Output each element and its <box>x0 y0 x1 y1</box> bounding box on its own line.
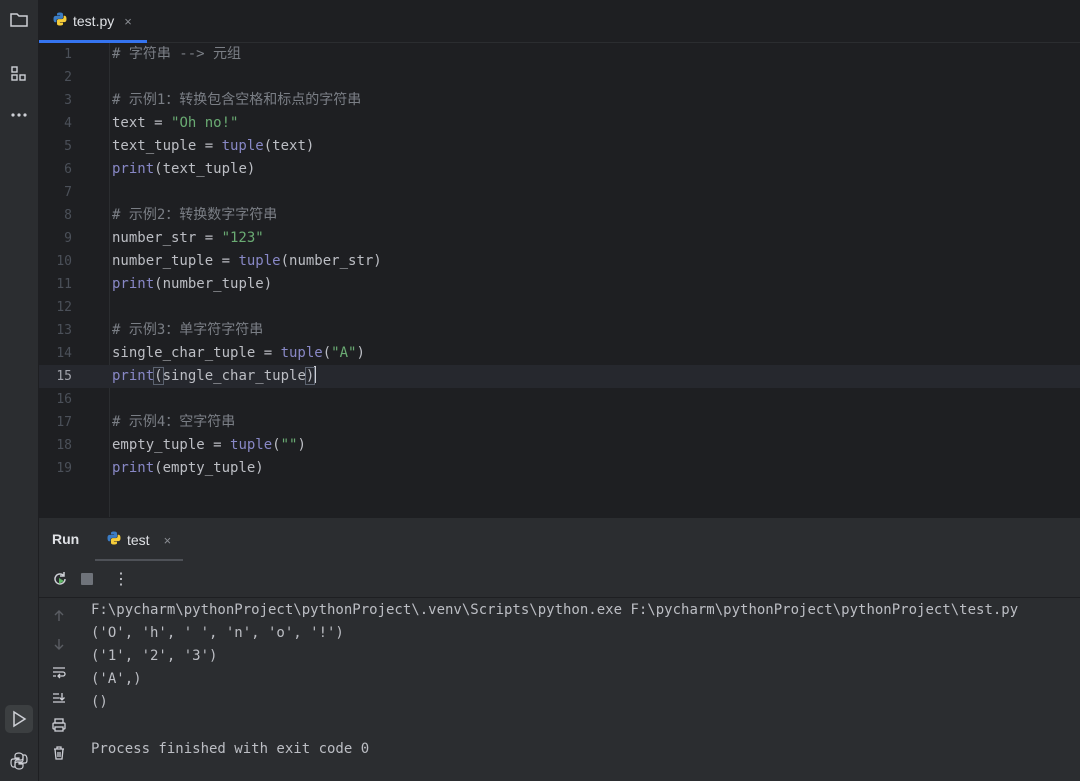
tab-test-py[interactable]: test.py × <box>39 0 147 43</box>
code-text: print(text_tuple) <box>112 161 256 177</box>
scroll-up-icon[interactable] <box>49 606 69 626</box>
code-line: 11 print(number_tuple) <box>39 273 1080 296</box>
run-toolbar: ⋮ <box>39 561 1080 598</box>
code-text: number_tuple = tuple(number_str) <box>112 253 382 269</box>
code-line: 10 number_tuple = tuple(number_str) <box>39 250 1080 273</box>
run-panel-title: Run <box>52 531 80 547</box>
code-line: 19 print(empty_tuple) <box>39 457 1080 480</box>
code-text: print(number_tuple) <box>112 276 273 292</box>
activity-bar <box>0 0 39 781</box>
structure-icon[interactable] <box>5 60 33 88</box>
code-line: 1 # 字符串 --> 元组 <box>64 46 242 62</box>
code-text: print(empty_tuple) <box>112 460 264 476</box>
code-text: text = "Oh no!" <box>112 115 239 131</box>
code-line: 17 # 示例4：空字符串 <box>56 414 236 430</box>
text-caret <box>314 366 317 383</box>
scroll-to-end-icon[interactable] <box>49 688 69 708</box>
code-text: print(single_char_tuple) <box>112 366 317 385</box>
soft-wrap-icon[interactable] <box>49 662 69 682</box>
current-code-line: 15 print(single_char_tuple) <box>39 365 1080 388</box>
console-output[interactable]: F:\pycharm\pythonProject\pythonProject\.… <box>79 598 1080 781</box>
code-line: 9 number_str = "123" <box>39 227 1080 250</box>
run-tab-close-icon[interactable]: × <box>164 533 172 548</box>
tab-label: test.py <box>73 13 115 29</box>
console-exit-message: Process finished with exit code 0 <box>91 741 370 757</box>
code-line: 14 single_char_tuple = tuple("A") <box>39 342 1080 365</box>
clear-console-icon[interactable] <box>49 743 69 763</box>
print-icon[interactable] <box>49 715 69 735</box>
rerun-icon[interactable] <box>50 569 70 589</box>
code-line: 6 print(text_tuple) <box>39 158 1080 181</box>
code-text: number_str = "123" <box>112 230 264 246</box>
code-line: 4 text = "Oh no!" <box>39 112 1080 135</box>
code-line: 2 <box>64 70 72 85</box>
console-line: () <box>91 694 108 710</box>
console-line: ('1', '2', '3') <box>91 648 218 664</box>
code-line: 3 # 示例1：转换包含空格和标点的字符串 <box>64 92 362 108</box>
code-line: 13 # 示例3：单字符字符串 <box>56 322 264 338</box>
code-editor[interactable]: 1 # 字符串 --> 元组 2 3 # 示例1：转换包含空格和标点的字符串 4… <box>39 43 1080 517</box>
run-tab-test[interactable]: test × <box>95 518 187 562</box>
more-tools-icon[interactable] <box>5 101 33 129</box>
code-line: 16 <box>56 392 72 407</box>
python-console-icon[interactable] <box>5 747 33 775</box>
run-side-toolbar <box>39 598 79 781</box>
project-folder-icon[interactable] <box>5 6 33 34</box>
scroll-down-icon[interactable] <box>49 634 69 654</box>
code-line: 18 empty_tuple = tuple("") <box>39 434 1080 457</box>
tab-close-icon[interactable]: × <box>124 14 132 29</box>
code-text: single_char_tuple = tuple("A") <box>112 345 365 361</box>
run-tab-label: test <box>127 532 150 548</box>
python-file-icon <box>107 531 121 550</box>
code-line: 12 <box>56 300 72 315</box>
run-panel-header: Run test × <box>39 517 1080 562</box>
code-line: 8 # 示例2：转换数字字符串 <box>64 207 278 223</box>
stop-icon[interactable] <box>77 569 97 589</box>
run-tool-icon[interactable] <box>5 705 33 733</box>
python-file-icon <box>53 12 67 31</box>
editor-tab-bar: test.py × <box>39 0 1080 43</box>
more-options-icon[interactable]: ⋮ <box>111 569 131 589</box>
console-line: ('O', 'h', ' ', 'n', 'o', '!') <box>91 625 344 641</box>
code-line: 5 text_tuple = tuple(text) <box>39 135 1080 158</box>
code-line: 7 <box>64 185 72 200</box>
console-line: F:\pycharm\pythonProject\pythonProject\.… <box>91 602 1019 618</box>
code-text: empty_tuple = tuple("") <box>112 437 306 453</box>
code-text: text_tuple = tuple(text) <box>112 138 315 154</box>
console-line: ('A',) <box>91 671 142 687</box>
